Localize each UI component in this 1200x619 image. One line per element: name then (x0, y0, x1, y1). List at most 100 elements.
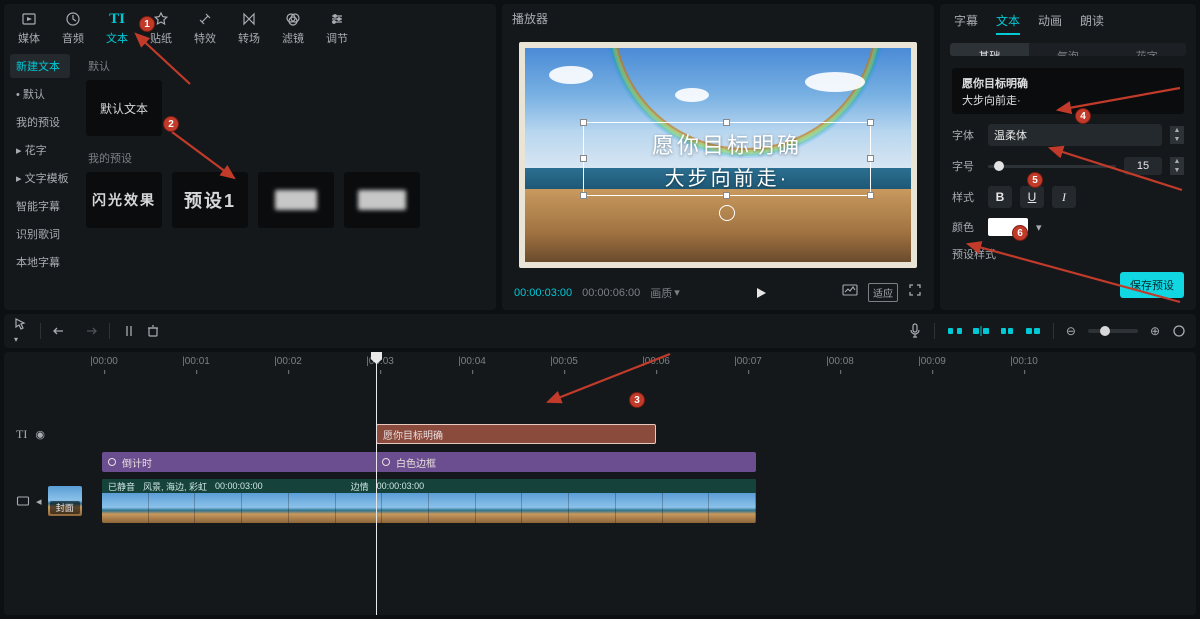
style-row: 样式 B U I (952, 186, 1184, 208)
preset-3[interactable] (258, 172, 334, 228)
preset-default-text[interactable]: 默认文本 (86, 80, 162, 136)
tab-sticker[interactable]: 贴纸 (150, 10, 172, 46)
undo-icon[interactable] (53, 324, 69, 338)
sidebar-item-fancy[interactable]: ▸ 花字 (10, 138, 70, 162)
split-icon[interactable] (122, 324, 136, 338)
sidebar-item-localcaption[interactable]: 本地字幕 (10, 250, 70, 274)
sidebar-item-smartcaption[interactable]: 智能字幕 (10, 194, 70, 218)
bold-button[interactable]: B (988, 186, 1012, 208)
quality-select[interactable]: 画质 ▾ (650, 285, 680, 301)
handle-bl[interactable] (580, 192, 587, 199)
tab-filter[interactable]: 滤镜 (282, 10, 304, 46)
italic-button[interactable]: I (1052, 186, 1076, 208)
scope-icon[interactable] (842, 283, 858, 302)
snap-3-icon[interactable] (999, 325, 1015, 337)
tab-audio[interactable]: 音频 (62, 10, 84, 46)
ptab-anim[interactable]: 动画 (1038, 12, 1062, 35)
player-title: 播放器 (502, 4, 934, 33)
sidebar-item-newtext[interactable]: 新建文本 (10, 54, 70, 78)
tab-media[interactable]: 媒体 (18, 10, 40, 46)
ptab-caption[interactable]: 字幕 (954, 12, 978, 35)
color-row: 颜色 ▾ (952, 218, 1184, 236)
zoom-slider[interactable] (1088, 329, 1138, 333)
zoom-out-icon[interactable]: ⊖ (1066, 324, 1076, 338)
font-stepper[interactable]: ▲▼ (1170, 126, 1184, 144)
cover-thumb[interactable]: 封面 (48, 486, 82, 516)
font-select[interactable]: 温柔体 (988, 124, 1162, 146)
preset-4[interactable] (344, 172, 420, 228)
subtab-basic[interactable]: 基础 (950, 43, 1029, 56)
handle-tm[interactable] (723, 119, 730, 126)
rotate-handle[interactable] (719, 205, 735, 221)
handle-tl[interactable] (580, 119, 587, 126)
ratio-button[interactable]: 适应 (868, 283, 898, 302)
video-seg2: 边情 (351, 480, 369, 493)
handle-mr[interactable] (867, 155, 874, 162)
text-content-input[interactable]: 愿你目标明确 大步向前走· (952, 68, 1184, 114)
sidebar-item-mypreset[interactable]: 我的预设 (10, 110, 70, 134)
zoom-fit-icon[interactable] (1172, 324, 1186, 338)
subtab-bubble[interactable]: 气泡 (1029, 43, 1108, 56)
size-slider[interactable] (988, 156, 1116, 176)
size-label: 字号 (952, 158, 980, 174)
handle-tr[interactable] (867, 119, 874, 126)
text-overlay-box[interactable]: 愿你目标明确 大步向前走· (583, 122, 871, 196)
save-preset-button[interactable]: 保存预设 (1120, 272, 1184, 298)
preset-style-label: 预设样式 (952, 246, 996, 262)
subtab-fancy[interactable]: 花字 (1107, 43, 1186, 56)
text-clip[interactable]: 愿你目标明确 (376, 424, 656, 444)
video-name: 风景, 海边, 彩虹 (143, 480, 207, 493)
snap-2-icon[interactable] (973, 325, 989, 337)
eye-icon[interactable]: ◉ (35, 428, 45, 441)
sidebar-item-lyrics[interactable]: 识别歌词 (10, 222, 70, 246)
tab-transition[interactable]: 转场 (238, 10, 260, 46)
sidebar-item-template[interactable]: ▸ 文字模板 (10, 166, 70, 190)
lock-icon[interactable]: ◂ (36, 495, 42, 508)
play-button[interactable] (754, 286, 768, 300)
effect-clip-2[interactable]: 白色边框 (376, 452, 756, 472)
video-clip[interactable]: 已静音 风景, 海边, 彩虹 00:00:03:00 边情 00:00:03:0… (102, 479, 756, 523)
snap-1-icon[interactable] (947, 325, 963, 337)
video-frame: 愿你目标明确 大步向前走· (519, 42, 917, 268)
fullscreen-icon[interactable] (908, 283, 922, 302)
underline-button[interactable]: U (1020, 186, 1044, 208)
mic-icon[interactable] (908, 323, 922, 339)
handle-bm[interactable] (723, 192, 730, 199)
time-ruler[interactable]: |00:00 |00:01 |00:02 |00:03 |00:04 |00:0… (88, 352, 1196, 374)
preset-2[interactable]: 预设1 (172, 172, 248, 228)
adjust-icon (328, 10, 346, 28)
ptab-text[interactable]: 文本 (996, 12, 1020, 35)
gear-icon (108, 458, 116, 466)
tab-effect[interactable]: 特效 (194, 10, 216, 46)
player-stage[interactable]: 愿你目标明确 大步向前走· (502, 33, 934, 277)
handle-ml[interactable] (580, 155, 587, 162)
style-label: 样式 (952, 189, 980, 205)
preset-1[interactable]: 闪光效果 (86, 172, 162, 228)
timeline-toolbar: ▾ ⊖ ⊕ (4, 314, 1196, 348)
ptab-read[interactable]: 朗读 (1080, 12, 1104, 35)
select-tool-icon[interactable]: ▾ (14, 317, 28, 345)
overlay-line2: 大步向前走· (665, 162, 790, 191)
sidebar-categories: 新建文本 • 默认 我的预设 ▸ 花字 ▸ 文字模板 智能字幕 识别歌词 本地字… (4, 48, 76, 310)
filter-icon (284, 10, 302, 28)
snap-4-icon[interactable] (1025, 325, 1041, 337)
preset-grid: 默认 默认文本 我的预设 闪光效果 预设1 (76, 48, 496, 310)
delete-icon[interactable] (146, 324, 160, 338)
sidebar-item-default[interactable]: • 默认 (10, 82, 70, 106)
playhead[interactable] (376, 352, 377, 615)
video-track-icon (16, 494, 30, 508)
video-dur2: 00:00:03:00 (377, 481, 425, 491)
size-stepper[interactable]: ▲▼ (1170, 157, 1184, 175)
redo-icon[interactable] (81, 324, 97, 338)
handle-br[interactable] (867, 192, 874, 199)
zoom-in-icon[interactable]: ⊕ (1150, 324, 1160, 338)
color-swatch[interactable] (988, 218, 1028, 236)
color-chevron-icon[interactable]: ▾ (1036, 221, 1042, 234)
properties-panel: 字幕 文本 动画 朗读 基础 气泡 花字 愿你目标明确 大步向前走· 字体 温柔… (940, 4, 1196, 310)
preset-style-row: 预设样式 (952, 246, 1184, 262)
library-panel: 媒体 音频 TI文本 贴纸 特效 转场 滤镜 调节 新建文本 • 默认 我的预设… (4, 4, 496, 310)
tab-adjust[interactable]: 调节 (326, 10, 348, 46)
size-value[interactable]: 15 (1124, 157, 1162, 175)
tab-text[interactable]: TI文本 (106, 10, 128, 46)
timeline-panel: |00:00 |00:01 |00:02 |00:03 |00:04 |00:0… (4, 352, 1196, 615)
